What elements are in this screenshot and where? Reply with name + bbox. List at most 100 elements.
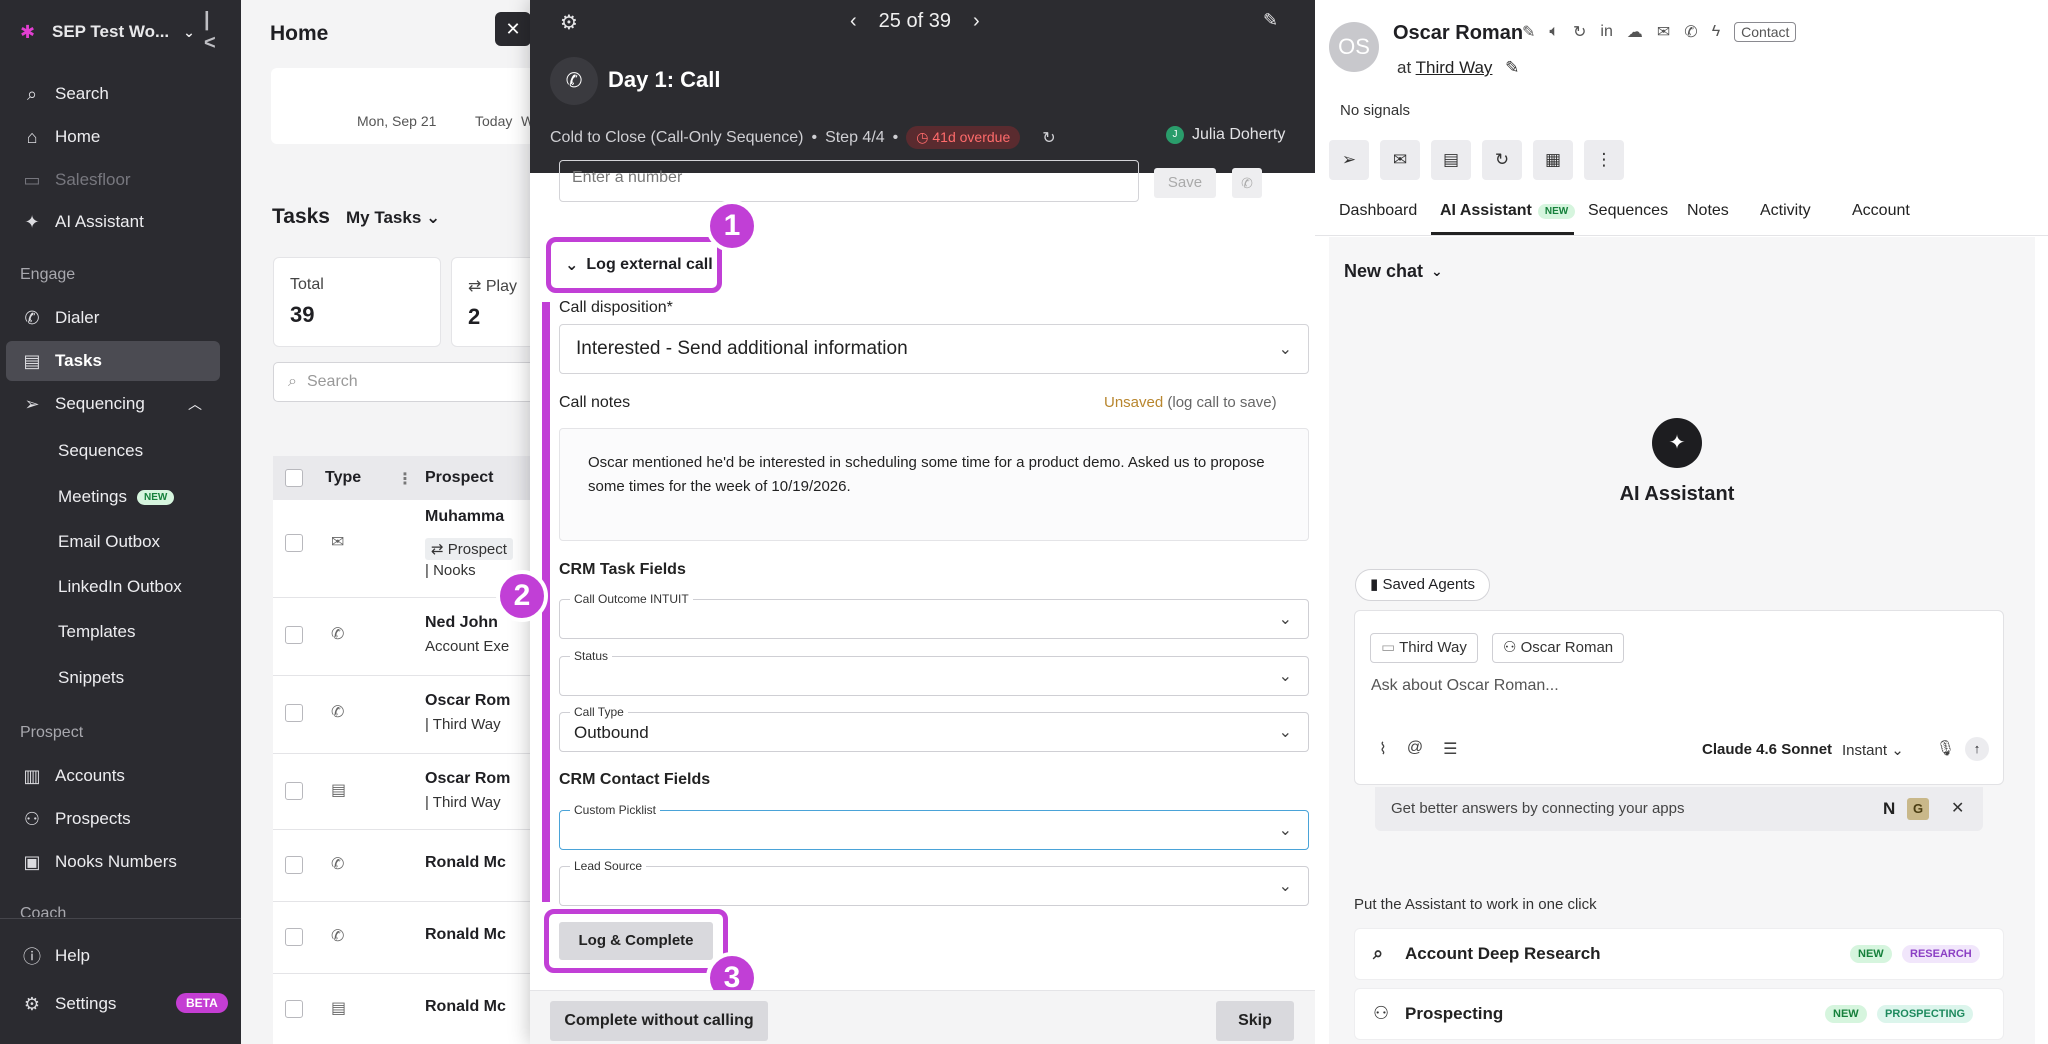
sidebar-item-salesfloor[interactable]: ▭ Salesfloor xyxy=(6,160,220,200)
phone-number-input[interactable]: Enter a number xyxy=(559,160,1139,202)
prospect-name[interactable]: Oscar Rom xyxy=(425,692,510,710)
sidebar-item-snippets[interactable]: Snippets xyxy=(58,668,124,688)
mail-icon[interactable]: ✉ xyxy=(1657,22,1670,42)
company-link[interactable]: Third Way xyxy=(1416,58,1493,77)
column-type[interactable]: Type xyxy=(325,469,361,487)
table-row[interactable]: ▤ Ronald Mc xyxy=(273,974,531,1044)
row-checkbox[interactable] xyxy=(285,782,303,800)
sequence-name[interactable]: Cold to Close (Call-Only Sequence) xyxy=(550,129,803,147)
stat-total[interactable]: Total 39 xyxy=(273,257,441,347)
sidebar-item-dialer[interactable]: ✆ Dialer xyxy=(6,298,220,338)
send-icon[interactable]: ➢ xyxy=(1329,140,1369,180)
complete-without-calling-button[interactable]: Complete without calling xyxy=(550,1001,768,1041)
column-menu-icon[interactable]: ⋮ xyxy=(397,469,413,489)
table-row[interactable]: ✉ Muhamma ⇄ Prospect | Nooks xyxy=(273,500,531,598)
lead-source-select[interactable]: Lead Source ⌄ xyxy=(559,859,1309,906)
row-checkbox[interactable] xyxy=(285,928,303,946)
bolt-icon[interactable]: ϟ xyxy=(1712,23,1720,41)
agent-account-deep-research[interactable]: ⌕ Account Deep Research NEW RESEARCH xyxy=(1354,928,2004,980)
refresh-icon[interactable]: ↻ xyxy=(1482,140,1522,180)
call-notes-textarea[interactable]: Oscar mentioned he'd be interested in sc… xyxy=(559,428,1309,541)
workspace-switcher[interactable]: ✱ SEP Test Wo... ⌄ |< xyxy=(20,9,216,54)
row-checkbox[interactable] xyxy=(285,856,303,874)
prospect-name[interactable]: Oscar Rom xyxy=(425,770,510,788)
notion-icon[interactable]: N xyxy=(1883,787,1895,831)
sidebar-item-meetings[interactable]: Meetings NEW xyxy=(58,487,175,507)
pencil-icon[interactable]: ✎ xyxy=(1263,10,1278,31)
tab-sequences[interactable]: Sequences xyxy=(1588,202,1668,220)
prospect-name[interactable]: Ronald Mc xyxy=(425,998,506,1016)
sidebar-item-sequencing[interactable]: ➢ Sequencing ︿ xyxy=(6,384,220,424)
reschedule-icon[interactable]: ↻ xyxy=(1042,128,1055,148)
sidebar-item-ai-assistant[interactable]: ✦ AI Assistant xyxy=(6,202,220,242)
pencil-icon[interactable]: ✎ xyxy=(1505,58,1519,77)
sidebar-item-linkedin-outbox[interactable]: LinkedIn Outbox xyxy=(58,577,182,597)
sidebar-item-accounts[interactable]: ▥ Accounts xyxy=(6,756,220,796)
table-row[interactable]: ✆ Ronald Mc xyxy=(273,902,531,974)
tab-account[interactable]: Account xyxy=(1852,202,1910,220)
collapse-sidebar-icon[interactable]: |< xyxy=(204,9,216,55)
context-chip-person[interactable]: ⚇ Oscar Roman xyxy=(1492,633,1625,663)
sidebar-item-help[interactable]: ⓘ Help xyxy=(6,936,220,976)
sidebar-item-home[interactable]: ⌂ Home xyxy=(6,117,220,157)
calendar-icon[interactable]: ▦ xyxy=(1533,140,1573,180)
log-and-complete-button[interactable]: Log & Complete xyxy=(559,922,713,960)
tab-notes[interactable]: Notes xyxy=(1687,202,1729,220)
row-checkbox[interactable] xyxy=(285,1000,303,1018)
save-number-button[interactable]: Save xyxy=(1154,168,1216,198)
phone-icon[interactable]: ✆ xyxy=(1684,22,1697,42)
status-select[interactable]: Status ⌄ xyxy=(559,649,1309,696)
gear-icon[interactable]: ⚙ xyxy=(560,10,578,35)
prospect-name[interactable]: Ronald Mc xyxy=(425,854,506,872)
sliders-icon[interactable]: ☰ xyxy=(1443,739,1457,759)
table-row[interactable]: ✆ Oscar Rom | Third Way xyxy=(273,676,531,754)
close-icon[interactable]: ✕ xyxy=(1951,787,1964,831)
prospect-name[interactable]: Ronald Mc xyxy=(425,926,506,944)
sidebar-item-sequences[interactable]: Sequences xyxy=(58,441,143,461)
calendar-date[interactable]: Mon, Sep 21 xyxy=(357,113,436,129)
refresh-icon[interactable]: ↻ xyxy=(1573,22,1586,42)
table-row[interactable]: ✆ Ned John Account Exe xyxy=(273,598,531,676)
select-all-checkbox[interactable] xyxy=(285,469,303,487)
call-disposition-select[interactable]: Interested - Send additional information… xyxy=(559,324,1309,374)
chevron-right-icon[interactable]: › xyxy=(973,10,980,33)
sidebar-item-nooks-numbers[interactable]: ▣ Nooks Numbers xyxy=(6,842,220,882)
tab-activity[interactable]: Activity xyxy=(1760,202,1811,220)
connect-apps-banner[interactable]: Get better answers by connecting your ap… xyxy=(1375,787,1983,831)
sidebar-item-search[interactable]: ⌕ Search xyxy=(6,74,220,114)
table-row[interactable]: ✆ Ronald Mc xyxy=(273,830,531,902)
send-arrow-icon[interactable]: ↑ xyxy=(1965,737,1989,761)
at-mention-icon[interactable]: @ xyxy=(1407,739,1423,759)
table-row[interactable]: ▤ Oscar Rom | Third Way xyxy=(273,754,531,830)
paperclip-icon[interactable]: ⌇ xyxy=(1379,739,1387,759)
skip-button[interactable]: Skip xyxy=(1216,1001,1294,1041)
new-chat-dropdown[interactable]: New chat ⌄ xyxy=(1344,261,1443,282)
row-checkbox[interactable] xyxy=(285,626,303,644)
mail-icon[interactable]: ✉ xyxy=(1380,140,1420,180)
agent-prospecting[interactable]: ⚇ Prospecting NEW PROSPECTING xyxy=(1354,988,2004,1040)
google-icon[interactable]: G xyxy=(1907,798,1929,820)
tab-dashboard[interactable]: Dashboard xyxy=(1339,202,1417,220)
microphone-icon[interactable]: 🎙︎ xyxy=(1936,739,1955,757)
column-prospect[interactable]: Prospect xyxy=(425,469,493,487)
close-modal-button[interactable]: ✕ xyxy=(495,12,531,46)
pencil-icon[interactable]: ✎ xyxy=(1522,22,1535,42)
task-search-input[interactable]: ⌕ Search xyxy=(273,362,531,402)
sidebar-item-tasks[interactable]: ▤ Tasks xyxy=(6,341,220,381)
prospect-name[interactable]: Muhamma xyxy=(425,508,504,526)
sidebar-item-email-outbox[interactable]: Email Outbox xyxy=(58,532,160,552)
log-external-call-toggle[interactable]: ⌄ Log external call xyxy=(546,237,722,293)
call-type-select[interactable]: Call Type Outbound ⌄ xyxy=(559,705,1309,752)
model-selector[interactable]: Claude 4.6 Sonnet xyxy=(1702,741,1832,758)
linkedin-icon[interactable]: in xyxy=(1600,23,1612,41)
prospect-name[interactable]: Ned John xyxy=(425,614,498,632)
more-icon[interactable]: ⋮ xyxy=(1584,140,1624,180)
tab-ai-assistant[interactable]: AI Assistant NEW xyxy=(1440,202,1576,220)
row-checkbox[interactable] xyxy=(285,534,303,552)
mode-selector[interactable]: Instant ⌄ xyxy=(1842,741,1904,759)
phone-icon[interactable]: ✆ xyxy=(1232,168,1262,198)
clipboard-icon[interactable]: ▤ xyxy=(1431,140,1471,180)
salesforce-icon[interactable]: ☁ xyxy=(1627,22,1643,42)
custom-picklist-select[interactable]: Custom Picklist ⌄ xyxy=(559,803,1309,850)
speaker-icon[interactable]: 🔈︎ xyxy=(1549,23,1559,41)
